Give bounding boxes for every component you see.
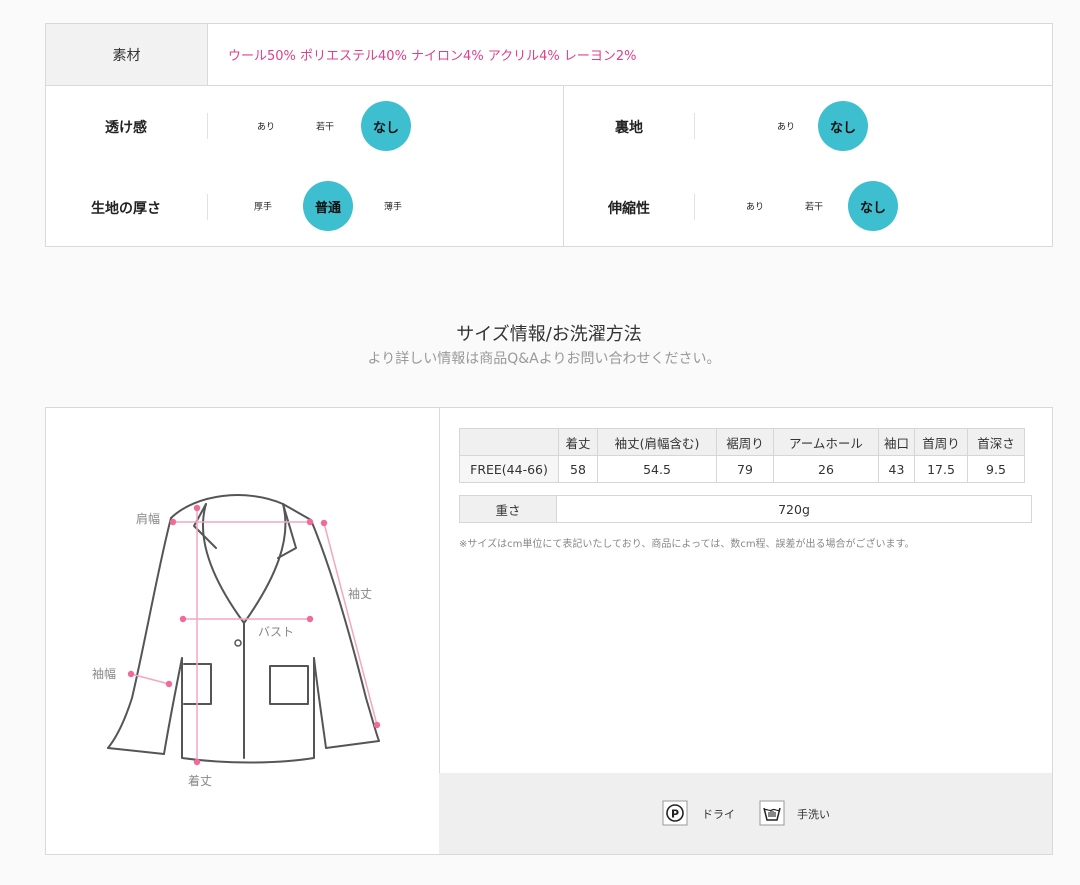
option-lining-none-selected: なし — [818, 101, 868, 151]
material-box: 素材 ウール50% ポリエステル40% ナイロン4% アクリル4% レーヨン2%… — [45, 23, 1053, 247]
diagram-label-sleeve-length: 袖丈 — [348, 587, 373, 601]
option-stretch-yes: あり — [745, 202, 765, 213]
table-header: 袖丈(肩幅含む) — [597, 428, 717, 456]
diagram-label-shoulder: 肩幅 — [136, 512, 161, 526]
table-cell: 43 — [878, 455, 915, 483]
size-table: 着丈 袖丈(肩幅含む) 裾周り アームホール 袖口 首周り 首深さ FREE(4… — [459, 428, 1025, 483]
dry-clean-p-icon: P — [662, 800, 688, 826]
attr-label-lining: 裏地 — [615, 120, 643, 136]
diagram-label-sleeve-width: 袖幅 — [92, 667, 117, 681]
svg-text:P: P — [671, 808, 679, 821]
material-row: 素材 ウール50% ポリエステル40% ナイロン4% アクリル4% レーヨン2% — [46, 24, 1052, 86]
option-stretch-slight: 若干 — [804, 202, 824, 213]
size-info-box: 肩幅 袖丈 バスト 袖幅 着丈 着丈 袖丈(肩幅含む) 裾周り アームホール 袖… — [45, 407, 1053, 855]
care-instructions-bar: P ドライ 手洗い — [439, 773, 1052, 854]
section-subtitle: より詳しい情報は商品Q&Aよりお問い合わせください。 — [367, 351, 721, 367]
table-cell: 9.5 — [967, 455, 1025, 483]
option-transparency-none-selected: なし — [361, 101, 411, 151]
section-title: サイズ情報/お洗濯方法 — [456, 324, 642, 345]
table-cell-size: FREE(44-66) — [459, 455, 559, 483]
material-label: 素材 — [46, 24, 208, 85]
weight-value: 720g — [778, 501, 810, 517]
table-cell: 17.5 — [914, 455, 968, 483]
attr-label-stretch: 伸縮性 — [608, 201, 650, 217]
separator — [207, 194, 208, 220]
option-thickness-normal-selected: 普通 — [303, 181, 353, 231]
attr-label-transparency: 透け感 — [105, 120, 147, 136]
table-header: 袖口 — [878, 428, 915, 456]
option-thickness-thin: 薄手 — [383, 202, 403, 213]
attributes-divider — [563, 85, 564, 246]
size-note: ※サイズはcm単位にて表記いたしており、商品によっては、数cm程、誤差が出る場合… — [459, 539, 915, 550]
size-table-header: 着丈 袖丈(肩幅含む) 裾周り アームホール 袖口 首周り 首深さ — [459, 428, 1025, 456]
table-header — [459, 428, 559, 456]
table-header: 着丈 — [558, 428, 598, 456]
care-label-handwash: 手洗い — [797, 808, 830, 821]
separator — [694, 194, 695, 220]
garment-diagram-panel: 肩幅 袖丈 バスト 袖幅 着丈 — [46, 408, 440, 854]
separator — [694, 113, 695, 139]
table-cell: 79 — [716, 455, 774, 483]
table-header: 裾周り — [716, 428, 774, 456]
separator — [207, 113, 208, 139]
option-transparency-slight: 若干 — [315, 122, 335, 133]
option-thickness-thick: 厚手 — [253, 202, 273, 213]
attr-label-thickness: 生地の厚さ — [91, 201, 161, 217]
table-cell: 54.5 — [597, 455, 717, 483]
weight-label: 重さ — [460, 496, 557, 522]
table-header: 首周り — [914, 428, 968, 456]
care-label-dry: ドライ — [702, 808, 735, 821]
diagram-label-length: 着丈 — [188, 774, 213, 788]
hand-wash-icon — [759, 800, 785, 826]
table-row: FREE(44-66) 58 54.5 79 26 43 17.5 9.5 — [459, 455, 1025, 483]
option-lining-yes: あり — [776, 122, 796, 133]
jacket-diagram — [107, 494, 381, 766]
table-cell: 26 — [773, 455, 879, 483]
material-value: ウール50% ポリエステル40% ナイロン4% アクリル4% レーヨン2% — [228, 49, 637, 64]
option-stretch-none-selected: なし — [848, 181, 898, 231]
table-header: 首深さ — [967, 428, 1025, 456]
table-cell: 58 — [558, 455, 598, 483]
option-transparency-yes: あり — [256, 122, 276, 133]
table-header: アームホール — [773, 428, 879, 456]
weight-row: 重さ 720g — [459, 495, 1032, 523]
diagram-label-bust: バスト — [258, 625, 295, 639]
